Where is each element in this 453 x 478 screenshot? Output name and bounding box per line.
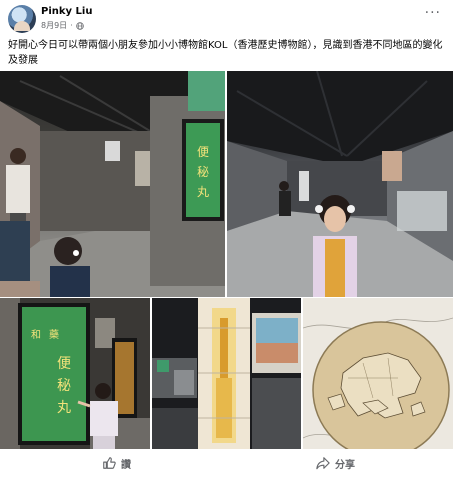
post-date[interactable]: 8月9日 — [41, 20, 67, 31]
photo-1-scene: 便 秘 丸 — [0, 71, 225, 297]
facebook-post: Pinky Liu 8月9日 · ··· 好開心今日可以帶兩個小朋友參加小小博物… — [0, 0, 453, 478]
photo-3-scene: 和 藥 便 秘 丸 — [0, 298, 150, 449]
svg-text:丸: 丸 — [57, 400, 71, 416]
photo-hong-kong-map[interactable] — [303, 298, 453, 449]
photo-4-scene — [152, 298, 301, 449]
svg-text:秘: 秘 — [197, 165, 209, 179]
post-meta: 8月9日 · — [41, 20, 84, 31]
share-arrow-icon — [316, 457, 330, 470]
like-button[interactable]: 讚 — [102, 454, 131, 472]
share-label: 分享 — [335, 459, 355, 471]
svg-text:和: 和 — [31, 329, 41, 341]
post-header: Pinky Liu 8月9日 · ··· — [8, 5, 445, 33]
photo-lit-display-tower[interactable] — [152, 298, 301, 449]
photo-5-scene — [303, 298, 453, 449]
like-label: 讚 — [121, 459, 131, 471]
meta-separator: · — [70, 21, 73, 30]
svg-text:便: 便 — [57, 356, 71, 372]
svg-text:藥: 藥 — [49, 329, 59, 341]
sign-text-1: 便 — [197, 145, 209, 159]
author-name[interactable]: Pinky Liu — [41, 6, 92, 17]
thumbs-up-icon — [103, 457, 116, 469]
more-options-icon[interactable]: ··· — [425, 6, 441, 20]
photo-girl-in-corridor[interactable] — [227, 71, 453, 297]
photo-museum-hall-children[interactable]: 便 秘 丸 — [0, 71, 225, 297]
globe-icon — [75, 21, 84, 30]
svg-text:秘: 秘 — [57, 378, 71, 394]
avatar[interactable] — [8, 5, 36, 33]
svg-text:丸: 丸 — [197, 185, 209, 199]
photo-2-scene — [227, 71, 453, 297]
post-caption: 好開心今日可以帶兩個小朋友參加小小博物館KOL（香港歷史博物館），見識到香港不同… — [8, 40, 443, 66]
post-actions: 讚 分享 — [0, 452, 453, 474]
share-button[interactable]: 分享 — [316, 454, 355, 472]
photo-girl-at-sign[interactable]: 和 藥 便 秘 丸 — [0, 298, 150, 449]
